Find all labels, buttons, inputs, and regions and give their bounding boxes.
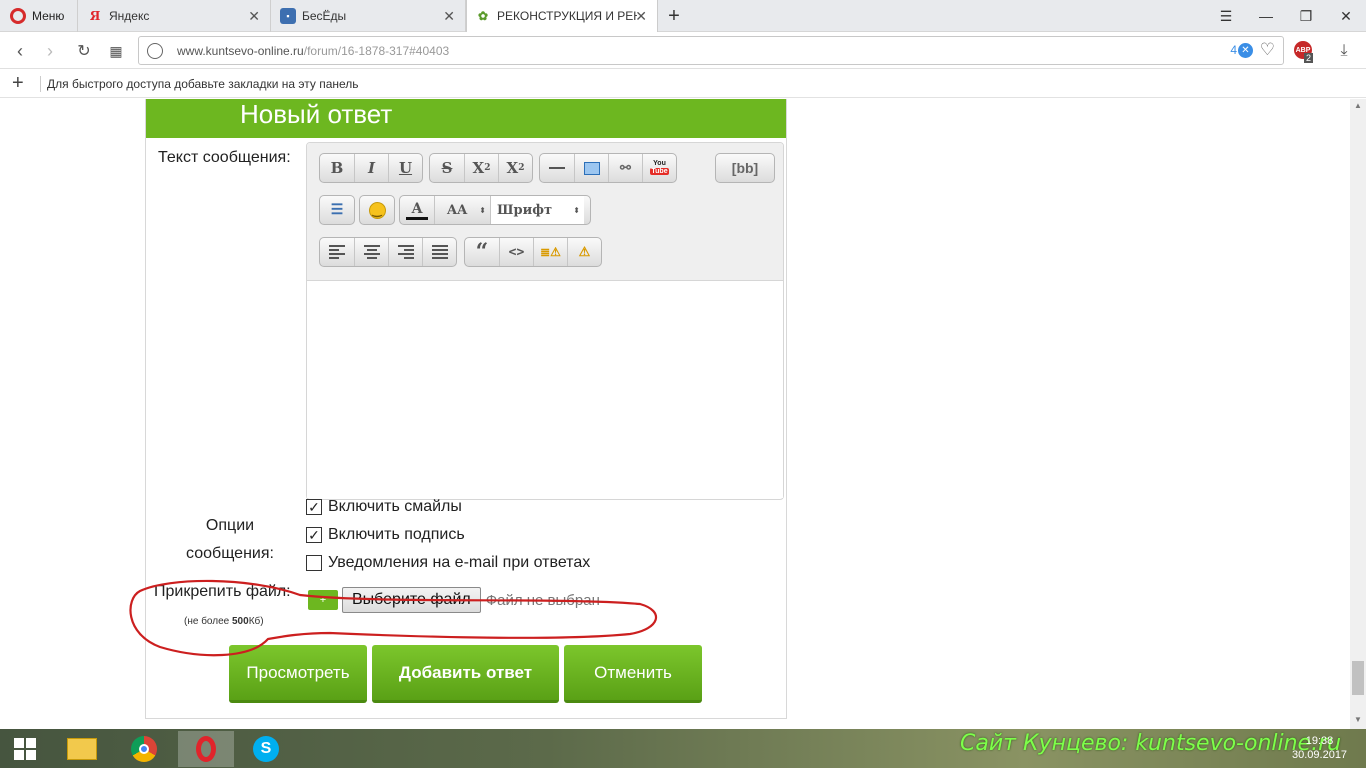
globe-icon — [147, 43, 163, 59]
tab-menu-icon[interactable]: ☰ — [1206, 0, 1246, 32]
download-icon[interactable]: ⤓ — [1332, 39, 1356, 63]
adblock-shield-icon[interactable]: ✕ — [1238, 43, 1253, 58]
address-bar-row: ‹ › ↻ ▦ www.kuntsevo-online.ru/forum/16-… — [0, 33, 1366, 69]
tab-yandex[interactable]: Я Яндекс ✕ — [79, 0, 271, 32]
minimize-icon[interactable]: — — [1246, 0, 1286, 32]
page-content: Новый ответ Текст сообщения: B I U S X2 … — [0, 99, 1350, 729]
site-favicon-icon: ✿ — [477, 9, 489, 23]
windows-taskbar: S Сайт Кунцево: kuntsevo-online.ru 19:38… — [0, 729, 1366, 768]
red-annotation-loop — [129, 579, 658, 657]
abp-count: 2 — [1304, 53, 1314, 63]
tab-label: РЕКОНСТРУКЦИЯ И РЕНС — [497, 9, 637, 23]
scroll-down-icon[interactable]: ▼ — [1354, 715, 1362, 724]
browser-tab-bar: Меню Я Яндекс ✕ ▪ БесЁды ✕ ✿ РЕКОНСТРУКЦ… — [0, 0, 1366, 32]
forward-arrow-icon[interactable]: › — [38, 39, 62, 63]
file-explorer-icon[interactable] — [56, 731, 108, 767]
adblock-counter: 4 — [1230, 43, 1237, 57]
opera-menu-button[interactable]: Меню — [0, 0, 78, 32]
menu-label: Меню — [32, 9, 65, 23]
scroll-thumb[interactable] — [1352, 661, 1364, 695]
clock-date: 30.09.2017 — [1292, 749, 1348, 761]
chrome-icon[interactable] — [118, 731, 170, 767]
tab-label: Яндекс — [109, 9, 150, 23]
bookmarks-divider — [40, 76, 41, 92]
bookmarks-hint: Для быстрого доступа добавьте закладки н… — [47, 77, 359, 91]
tab-reconstruction[interactable]: ✿ РЕКОНСТРУКЦИЯ И РЕНС ✕ — [466, 0, 658, 32]
site-watermark: Сайт Кунцево: kuntsevo-online.ru — [960, 731, 1342, 756]
restore-icon[interactable]: ❐ — [1286, 0, 1326, 32]
back-arrow-icon[interactable]: ‹ — [8, 39, 32, 63]
url-path: /forum/16-1878-317#40403 — [303, 44, 450, 58]
close-window-icon[interactable]: ✕ — [1326, 0, 1366, 32]
system-clock[interactable]: 19:38 30.09.2017 — [1292, 734, 1347, 762]
speed-dial-grid-icon[interactable]: ▦ — [104, 39, 128, 63]
new-tab-plus-icon[interactable]: + — [654, 0, 694, 32]
windows-start-icon[interactable] — [0, 731, 50, 767]
url-field[interactable]: www.kuntsevo-online.ru/forum/16-1878-317… — [138, 36, 1284, 65]
skype-icon[interactable]: S — [240, 731, 292, 767]
bookmarks-bar: + Для быстрого доступа добавьте закладки… — [0, 70, 1366, 98]
opera-logo-icon — [10, 8, 26, 24]
tab-label: БесЁды — [302, 9, 347, 23]
url-host: www.kuntsevo-online.ru — [177, 44, 304, 58]
tab-close-icon[interactable]: ✕ — [635, 8, 647, 25]
tab-besedy[interactable]: ▪ БесЁды ✕ — [272, 0, 466, 32]
page-scrollbar[interactable]: ▲ ▼ — [1350, 99, 1366, 729]
scroll-up-icon[interactable]: ▲ — [1354, 101, 1362, 110]
tab-close-icon[interactable]: ✕ — [248, 8, 260, 25]
yandex-favicon-icon: Я — [89, 9, 101, 23]
add-bookmark-plus-icon[interactable]: + — [12, 72, 24, 95]
reload-icon[interactable]: ↻ — [72, 39, 96, 63]
tab-close-icon[interactable]: ✕ — [443, 8, 455, 25]
clock-time: 19:38 — [1305, 735, 1334, 747]
chat-favicon-icon: ▪ — [280, 8, 296, 24]
opera-taskbar-icon[interactable] — [178, 731, 234, 767]
bookmark-heart-icon[interactable]: ♡ — [1260, 40, 1275, 60]
